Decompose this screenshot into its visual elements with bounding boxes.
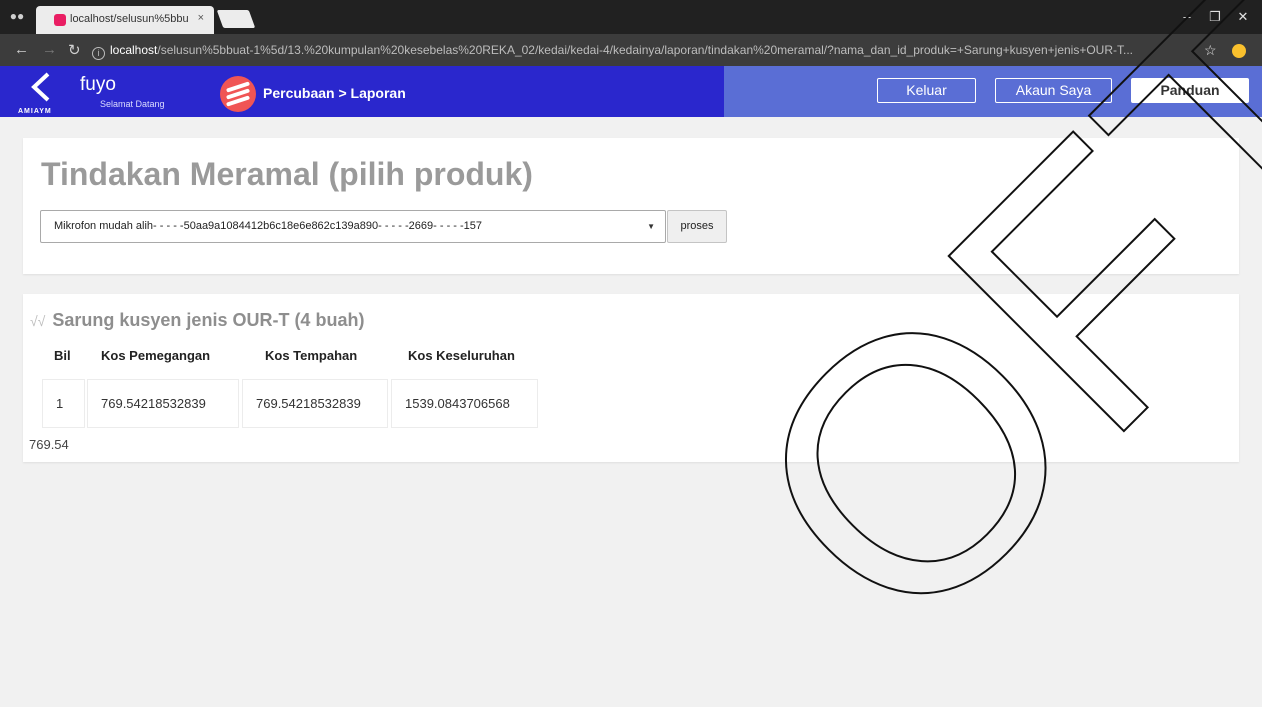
back-arrow-icon[interactable]: ← [14, 41, 29, 58]
chevron-down-icon: ▼ [647, 222, 655, 231]
url-host: localhost [110, 43, 158, 57]
table-cell-bil: 1 [42, 379, 85, 428]
browser-toolbar: ← → ↻ i localhost/selusun%5bbuat-1%5d/13.… [0, 34, 1262, 66]
result-title-text: Sarung kusyen jenis OUR-T (4 buah) [52, 310, 365, 330]
back-chevron-icon[interactable] [28, 72, 52, 102]
tab-close-icon[interactable]: × [198, 12, 204, 24]
incognito-icon: ●● [9, 9, 25, 23]
minimize-icon[interactable]: – [1177, 9, 1197, 25]
tab-title: localhost/selusun%5bbu [70, 13, 189, 25]
table-cell-kos-pemegangan: 769.54218532839 [87, 379, 239, 428]
page-title: Tindakan Meramal (pilih produk) [41, 156, 533, 192]
column-header-kos-pemegangan: Kos Pemegangan [101, 348, 211, 363]
check-icon: √√ [30, 313, 46, 329]
brand-name: fuyo [80, 74, 116, 95]
column-header-bil: Bil [54, 348, 71, 363]
browser-tab-strip: ●● localhost/selusun%5bbu × – ❐ ✕ [0, 0, 1262, 34]
result-title: √√ Sarung kusyen jenis OUR-T (4 buah) [30, 310, 364, 331]
brand-strip: AMIAYM [18, 108, 52, 115]
extension-icon[interactable] [1232, 44, 1246, 58]
table-cell-kos-tempahan: 769.54218532839 [242, 379, 388, 428]
logo-icon [220, 76, 256, 112]
browser-tab[interactable]: localhost/selusun%5bbu × [36, 6, 214, 34]
breadcrumb: Percubaan > Laporan [263, 85, 406, 101]
new-tab-button[interactable] [216, 10, 256, 28]
product-select[interactable]: Mikrofon mudah alih- - - - -50aa9a108441… [40, 210, 666, 243]
info-icon[interactable]: i [92, 47, 105, 60]
address-bar[interactable]: i localhost/selusun%5bbuat-1%5d/13.%20kum… [92, 39, 1226, 61]
tab-favicon-icon [54, 14, 66, 26]
proses-button[interactable]: proses [667, 210, 727, 243]
column-header-kos-tempahan: Kos Tempahan [265, 348, 358, 363]
brand-subtitle: Selamat Datang [100, 99, 165, 109]
url-path: /selusun%5bbuat-1%5d/13.%20kumpulan%20ke… [157, 43, 1134, 57]
product-select-value: Mikrofon mudah alih- - - - -50aa9a108441… [54, 220, 483, 232]
keluar-button[interactable]: Keluar [877, 78, 976, 103]
reload-icon[interactable]: ↻ [68, 41, 81, 59]
rounded-total: 769.54 [29, 437, 69, 452]
forward-arrow-icon[interactable]: → [42, 41, 57, 58]
selection-card: Tindakan Meramal (pilih produk) Mikrofon… [23, 138, 1239, 274]
close-icon[interactable]: ✕ [1233, 9, 1253, 25]
akaun-saya-button[interactable]: Akaun Saya [995, 78, 1112, 103]
app-header: AMIAYM fuyo Selamat Datang Percubaan > L… [0, 66, 1262, 117]
restore-icon[interactable]: ❐ [1205, 9, 1225, 25]
result-card: √√ Sarung kusyen jenis OUR-T (4 buah) Bi… [23, 294, 1239, 462]
column-header-kos-keseluruhan: Kos Keseluruhan [408, 348, 515, 363]
table-cell-kos-keseluruhan: 1539.0843706568 [391, 379, 538, 428]
panduan-button[interactable]: Panduan [1131, 78, 1249, 103]
star-icon[interactable]: ☆ [1204, 42, 1217, 59]
